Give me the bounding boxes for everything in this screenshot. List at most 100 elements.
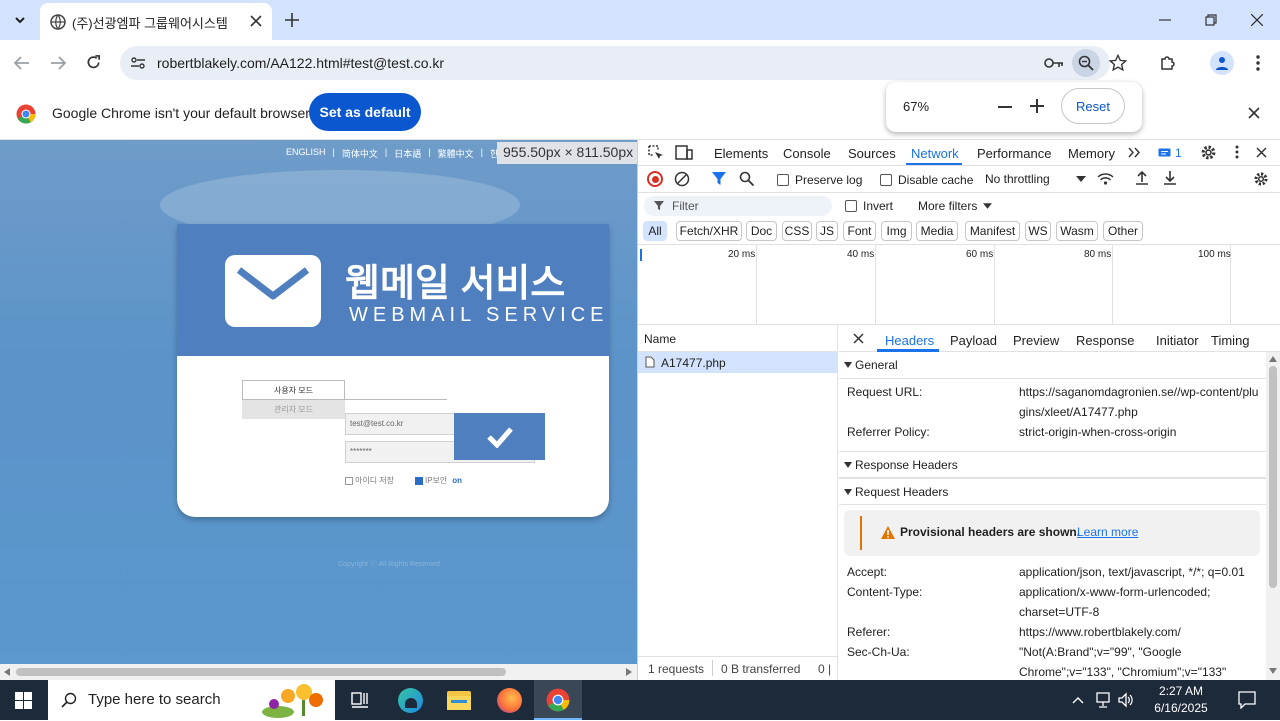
zoom-in-icon[interactable] <box>1030 99 1044 113</box>
type-filter-doc[interactable]: Doc <box>746 221 777 241</box>
scroll-left-arrow-icon[interactable] <box>4 668 10 676</box>
detail-vertical-scrollbar[interactable] <box>1266 352 1280 680</box>
detail-tab-initiator[interactable]: Initiator <box>1156 333 1199 348</box>
name-column-header[interactable]: Name <box>644 332 676 346</box>
ip-security-checkbox[interactable] <box>415 476 423 485</box>
taskbar-search-box[interactable]: Type here to search <box>48 680 335 720</box>
type-filter-css[interactable]: CSS <box>782 221 812 241</box>
type-filter-all[interactable]: All <box>643 221 667 241</box>
system-clock[interactable]: 2:27 AM 6/16/2025 <box>1140 683 1222 717</box>
invert-option[interactable]: Invert <box>845 199 893 213</box>
notification-center-icon[interactable] <box>1238 691 1256 709</box>
scrollbar-thumb[interactable] <box>16 668 506 676</box>
devtools-tab-performance[interactable]: Performance <box>977 146 1051 161</box>
firefox-taskbar-icon[interactable] <box>497 688 522 713</box>
admin-mode-tab[interactable]: 관리자 모드 <box>242 400 345 419</box>
disable-cache-checkbox[interactable] <box>880 174 892 186</box>
devtools-tab-network[interactable]: Network <box>911 146 959 161</box>
tab-search-button[interactable] <box>8 8 32 32</box>
minimize-icon[interactable] <box>1159 19 1171 21</box>
task-view-icon[interactable] <box>351 692 369 708</box>
volume-tray-icon[interactable] <box>1118 692 1134 708</box>
password-key-icon[interactable] <box>1044 57 1064 69</box>
file-explorer-taskbar-icon[interactable] <box>447 691 471 710</box>
type-filter-fetch-xhr[interactable]: Fetch/XHR <box>676 221 742 241</box>
throttling-select[interactable]: No throttling <box>985 172 1086 186</box>
scrollbar-thumb[interactable] <box>1269 366 1277 588</box>
disable-cache-option[interactable]: Disable cache <box>880 173 973 187</box>
forward-arrow-icon[interactable] <box>50 56 66 70</box>
save-id-option[interactable]: 아이디 저장 <box>345 475 394 486</box>
detail-tab-headers[interactable]: Headers <box>885 333 934 348</box>
search-icon[interactable] <box>739 171 754 186</box>
detail-close-icon[interactable] <box>853 333 864 344</box>
timeline-start-handle[interactable] <box>640 249 642 261</box>
type-filter-font[interactable]: Font <box>843 221 876 241</box>
close-icon[interactable] <box>250 15 262 27</box>
type-filter-media[interactable]: Media <box>916 221 958 241</box>
filter-funnel-icon[interactable] <box>712 172 726 186</box>
preserve-log-option[interactable]: Preserve log <box>777 173 862 187</box>
bookmark-star-icon[interactable] <box>1109 54 1127 72</box>
more-filters-dropdown[interactable]: More filters <box>918 199 993 213</box>
record-button[interactable] <box>647 171 663 187</box>
menu-kebab-icon[interactable] <box>1256 55 1260 71</box>
zoom-out-icon[interactable] <box>998 106 1012 108</box>
lang-japanese[interactable]: 日本語 <box>394 147 421 160</box>
save-id-checkbox[interactable] <box>345 476 353 485</box>
infobar-close-icon[interactable] <box>1248 107 1260 119</box>
type-filter-manifest[interactable]: Manifest <box>965 221 1020 241</box>
network-conditions-wifi-icon[interactable] <box>1097 172 1114 186</box>
edge-taskbar-icon[interactable] <box>398 688 423 713</box>
set-as-default-button[interactable]: Set as default <box>309 93 421 131</box>
detail-tab-payload[interactable]: Payload <box>950 333 997 348</box>
devtools-tab-sources[interactable]: Sources <box>848 146 896 161</box>
zoom-indicator-button[interactable] <box>1072 49 1100 77</box>
lang-english[interactable]: ENGLISH <box>286 147 326 160</box>
back-arrow-icon[interactable] <box>14 56 30 70</box>
type-filter-ws[interactable]: WS <box>1025 221 1051 241</box>
scroll-down-arrow-icon[interactable] <box>1269 668 1277 674</box>
clear-log-icon[interactable] <box>674 171 690 187</box>
site-settings-icon[interactable] <box>130 55 146 71</box>
filter-input[interactable]: Filter <box>644 196 832 216</box>
type-filter-js[interactable]: JS <box>816 221 838 241</box>
email-field[interactable]: test@test.co.kr <box>345 413 455 435</box>
detail-tab-response[interactable]: Response <box>1076 333 1135 348</box>
import-har-icon[interactable] <box>1135 170 1149 186</box>
show-hidden-icons-chevron-icon[interactable] <box>1072 696 1084 704</box>
devtools-tab-console[interactable]: Console <box>783 146 831 161</box>
zoom-reset-button[interactable]: Reset <box>1061 88 1125 124</box>
address-bar[interactable]: robertblakely.com/AA122.html#test@test.c… <box>120 46 1127 80</box>
windows-start-icon[interactable] <box>15 692 32 709</box>
restore-icon[interactable] <box>1205 14 1217 26</box>
new-tab-icon[interactable] <box>285 13 299 27</box>
scroll-right-arrow-icon[interactable] <box>626 668 632 676</box>
network-settings-gear-icon[interactable] <box>1253 171 1269 187</box>
browser-tab[interactable]: (주)선광엠파 그룹웨어시스템 <box>40 3 272 40</box>
devtools-menu-kebab-icon[interactable] <box>1235 145 1239 159</box>
lang-traditional-chinese[interactable]: 繁體中文 <box>438 147 474 160</box>
invert-checkbox[interactable] <box>845 200 857 212</box>
type-filter-img[interactable]: Img <box>881 221 912 241</box>
window-close-icon[interactable] <box>1251 14 1263 26</box>
devtools-settings-gear-icon[interactable] <box>1200 144 1217 161</box>
devtools-close-icon[interactable] <box>1256 147 1267 158</box>
scroll-up-arrow-icon[interactable] <box>1269 356 1277 362</box>
learn-more-link[interactable]: Learn more <box>1077 525 1138 539</box>
page-horizontal-scrollbar[interactable] <box>0 664 637 680</box>
devtools-tab-memory[interactable]: Memory <box>1068 146 1115 161</box>
ip-security-option[interactable]: IP보안 on <box>415 475 462 486</box>
reload-icon[interactable] <box>86 55 101 70</box>
type-filter-wasm[interactable]: Wasm <box>1056 221 1098 241</box>
request-headers-section-header[interactable]: Request Headers <box>839 478 1280 505</box>
user-mode-tab[interactable]: 사용자 모드 <box>242 380 345 400</box>
lang-simplified-chinese[interactable]: 简体中文 <box>342 147 378 160</box>
inspect-element-icon[interactable] <box>648 145 664 161</box>
profile-avatar[interactable] <box>1210 51 1234 75</box>
extensions-puzzle-icon[interactable] <box>1159 54 1177 72</box>
detail-tab-preview[interactable]: Preview <box>1013 333 1059 348</box>
more-tabs-chevron-icon[interactable] <box>1128 147 1140 158</box>
request-row[interactable]: A17477.php <box>638 352 837 373</box>
device-toolbar-icon[interactable] <box>675 145 693 161</box>
